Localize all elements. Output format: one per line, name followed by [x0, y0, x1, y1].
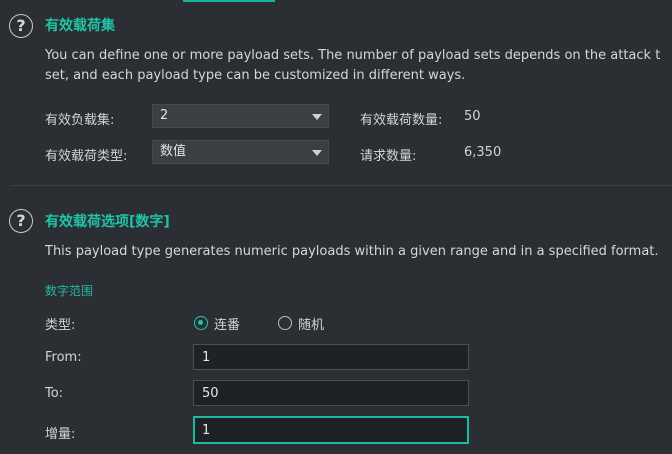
request-count-label: 请求数量:	[360, 149, 417, 164]
number-range-heading: 数字范围	[45, 284, 94, 298]
radio-random-label[interactable]: 随机	[298, 314, 324, 333]
payload-type-select-value: 数值	[160, 144, 187, 159]
step-input[interactable]	[193, 416, 469, 444]
radio-sequential-label[interactable]: 连番	[214, 314, 240, 333]
payload-set-select-value: 2	[160, 108, 169, 123]
active-tab-indicator	[183, 0, 275, 2]
request-count-value: 6,350	[464, 145, 502, 160]
payload-type-label: 有效载荷类型:	[45, 149, 128, 164]
payload-sets-description-2: set, and each payload type can be custom…	[45, 68, 466, 83]
help-icon[interactable]: ?	[9, 14, 33, 38]
step-label: 增量:	[45, 427, 76, 442]
from-label: From:	[45, 350, 82, 365]
chevron-down-icon	[312, 150, 322, 156]
radio-random[interactable]	[278, 316, 292, 330]
section-divider	[10, 185, 672, 186]
payload-options-description: This payload type generates numeric payl…	[45, 244, 659, 259]
payload-sets-description-1: You can define one or more payload sets.…	[45, 48, 661, 63]
radio-sequential[interactable]	[194, 316, 208, 330]
payload-type-select[interactable]: 数值	[152, 140, 329, 164]
to-label: To:	[45, 386, 64, 401]
payload-count-value: 50	[464, 109, 481, 124]
to-input[interactable]	[193, 380, 469, 406]
payload-options-title: 有效载荷选项[数字]	[45, 214, 170, 230]
payload-count-label: 有效载荷数量:	[360, 113, 443, 128]
payload-set-select[interactable]: 2	[152, 104, 329, 128]
help-icon[interactable]: ?	[9, 209, 33, 233]
payload-set-label: 有效负载集:	[45, 113, 115, 128]
from-input[interactable]	[193, 344, 469, 370]
chevron-down-icon	[312, 114, 322, 120]
payload-sets-title: 有效载荷集	[45, 18, 115, 34]
number-type-label: 类型:	[45, 318, 76, 333]
